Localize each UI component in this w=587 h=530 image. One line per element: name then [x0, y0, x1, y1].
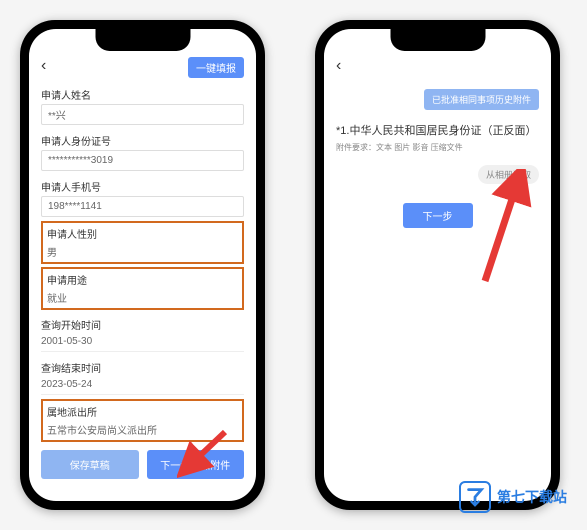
back-button[interactable]: ‹ [41, 57, 46, 75]
phone-frame-left: ‹ 一键填报 申请人姓名 申请人身份证号 申请人手机号 申请人性别 男 申请用途… [20, 20, 265, 510]
field-start-date[interactable]: 查询开始时间 2001-05-30 [41, 313, 244, 352]
quick-fill-button[interactable]: 一键填报 [188, 57, 244, 78]
field-end-date[interactable]: 查询结束时间 2023-05-24 [41, 356, 244, 395]
phone-frame-right: ‹ 已批准相同事项历史附件 *1.中华人民共和国居民身份证（正反面） 附件要求：… [315, 20, 560, 510]
divider [41, 394, 244, 395]
watermark-text: 第七下载站 [497, 487, 567, 507]
annotation-arrow-icon [177, 424, 232, 479]
save-draft-button[interactable]: 保存草稿 [41, 450, 139, 479]
next-step-button[interactable]: 下一步 [403, 203, 473, 228]
field-phone: 申请人手机号 [41, 175, 244, 217]
back-button[interactable]: ‹ [336, 57, 341, 75]
annotation-arrow-icon [473, 169, 533, 289]
field-label: 属地派出所 [47, 403, 238, 421]
field-name: 申请人姓名 [41, 83, 244, 125]
field-label: 申请人手机号 [41, 175, 244, 196]
phone-notch [390, 29, 485, 51]
gender-value: 男 [47, 243, 238, 260]
field-gender-highlighted[interactable]: 申请人性别 男 [41, 221, 244, 264]
end-value: 2023-05-24 [41, 377, 244, 392]
field-id: 申请人身份证号 [41, 129, 244, 171]
field-label: 申请人性别 [47, 225, 238, 243]
field-label: 申请人身份证号 [41, 129, 244, 150]
phone-screen-left: ‹ 一键填报 申请人姓名 申请人身份证号 申请人手机号 申请人性别 男 申请用途… [29, 29, 256, 501]
watermark: 第七下载站 [459, 481, 567, 513]
purpose-value: 就业 [47, 289, 238, 306]
name-input[interactable] [41, 104, 244, 125]
document-title: *1.中华人民共和国居民身份证（正反面） [336, 118, 539, 138]
start-value: 2001-05-30 [41, 334, 244, 349]
document-requirements: 附件要求：文本 图片 影音 压缩文件 [336, 142, 539, 153]
field-label: 查询开始时间 [41, 313, 244, 334]
phone-screen-right: ‹ 已批准相同事项历史附件 *1.中华人民共和国居民身份证（正反面） 附件要求：… [324, 29, 551, 501]
field-label: 申请人姓名 [41, 83, 244, 104]
field-purpose-highlighted[interactable]: 申请用途 就业 [41, 267, 244, 310]
field-label: 查询结束时间 [41, 356, 244, 377]
phone-notch [95, 29, 190, 51]
watermark-logo-icon [459, 481, 491, 513]
field-label: 申请用途 [47, 271, 238, 289]
id-input[interactable] [41, 150, 244, 171]
divider [41, 351, 244, 352]
phone-input[interactable] [41, 196, 244, 217]
history-attachments-button[interactable]: 已批准相同事项历史附件 [424, 89, 539, 110]
